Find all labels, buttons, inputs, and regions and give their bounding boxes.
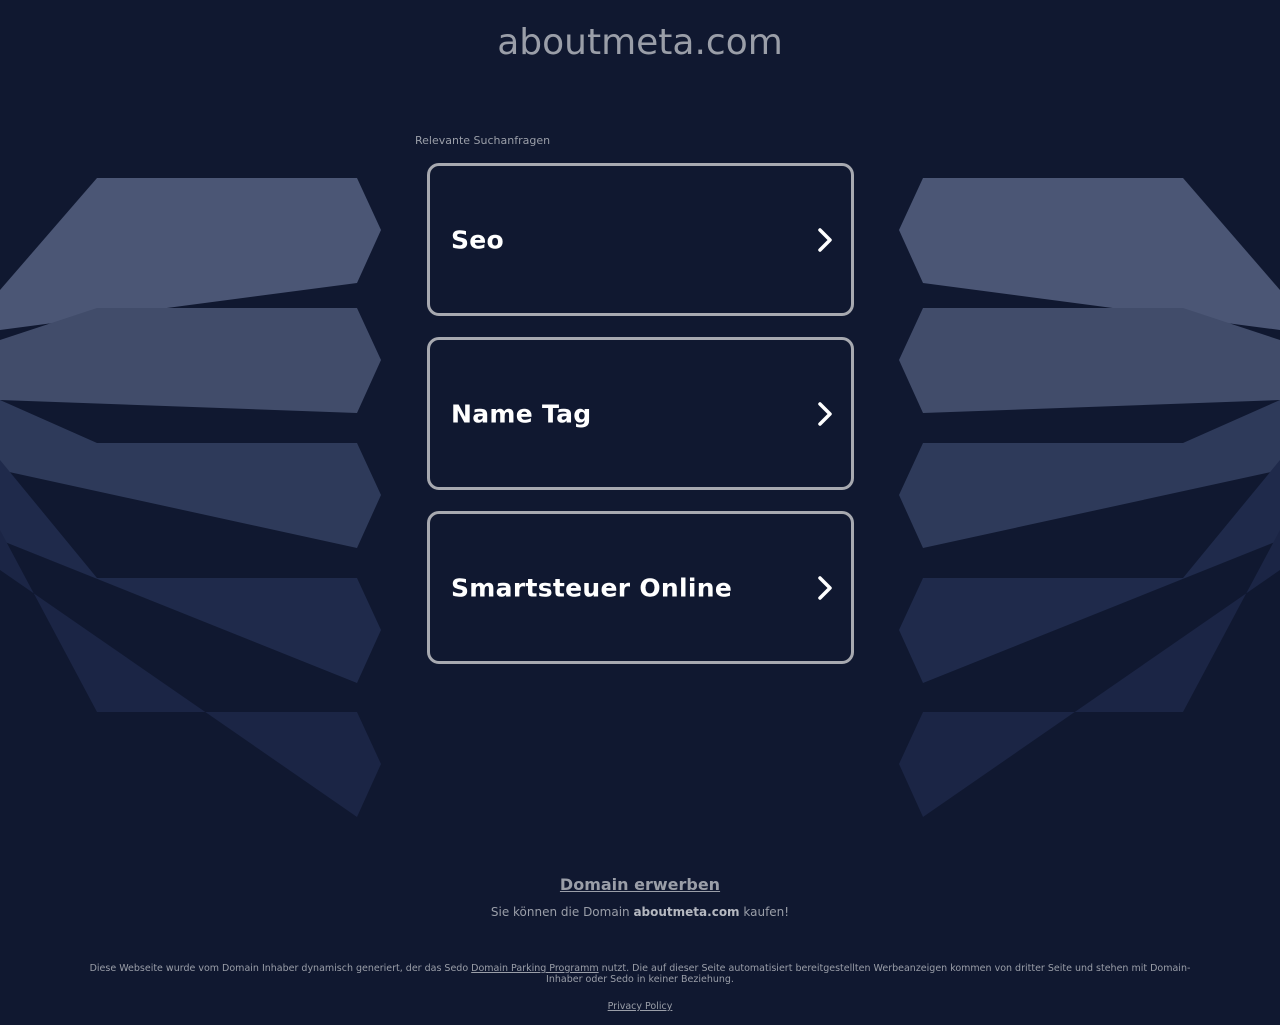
related-search-label: Smartsteuer Online [451,573,733,602]
chevron-right-icon [818,227,832,252]
buy-text-after: kaufen! [739,905,790,919]
related-searches-label: Relevante Suchanfragen [415,134,551,147]
privacy-footer: Privacy Policy [0,1001,1280,1012]
chevron-right-icon [818,575,832,600]
disclaimer-text-after: nutzt. Die auf dieser Seite automatisier… [546,963,1191,985]
parking-disclaimer: Diese Webseite wurde vom Domain Inhaber … [80,963,1200,985]
domain-parking-link[interactable]: Domain Parking Programm [471,963,598,974]
related-search-label: Seo [451,225,505,254]
buy-domain-text: Sie können die Domain aboutmeta.com kauf… [0,905,1280,919]
privacy-policy-link[interactable]: Privacy Policy [608,1001,673,1012]
buy-domain-link[interactable]: Domain erwerben [560,875,720,894]
related-search-card-1[interactable]: Seo [427,163,854,316]
buy-text-before: Sie können die Domain [490,905,634,919]
disclaimer-text-before: Diese Webseite wurde vom Domain Inhaber … [89,963,472,974]
related-search-card-2[interactable]: Name Tag [427,337,854,490]
buy-domain: Domain erwerben [0,875,1280,894]
related-search-label: Name Tag [451,399,592,428]
domain-title: aboutmeta.com [497,22,783,63]
chevron-right-icon [818,401,832,426]
related-search-card-3[interactable]: Smartsteuer Online [427,511,854,664]
buy-text-domain: aboutmeta.com [633,905,740,919]
parking-page: aboutmeta.com Relevante Suchanfragen Seo… [0,0,1280,1025]
